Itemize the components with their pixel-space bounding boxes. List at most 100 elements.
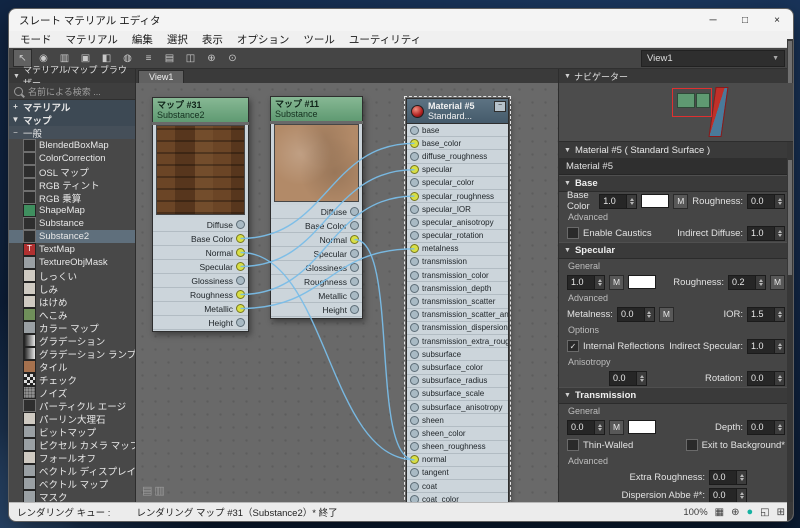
ior-spinner[interactable]: 1.5 <box>747 306 785 322</box>
menu-item[interactable]: マテリアル <box>59 32 125 47</box>
browser-item[interactable]: Substance <box>9 217 135 230</box>
collapse-node-button[interactable]: − <box>494 101 506 112</box>
input-slot[interactable]: transmission_dispersion* <box>407 321 508 335</box>
input-socket[interactable] <box>410 165 419 175</box>
anisotropy-spinner[interactable]: 0.0 <box>609 370 647 386</box>
node-header[interactable]: マップ #31 Substance2 <box>152 97 249 122</box>
browser-item[interactable]: ▼ マップ <box>9 113 135 127</box>
output-slot[interactable]: Diffuse <box>153 218 248 232</box>
output-slot[interactable]: Glossiness <box>153 274 248 288</box>
node-header[interactable]: マップ #11 Substance <box>270 96 363 121</box>
browser-item[interactable]: カラー マップ <box>9 321 135 335</box>
input-slot[interactable]: subsurface_radius <box>407 374 508 388</box>
parameters-scrollbar[interactable] <box>787 142 793 502</box>
node-map-31[interactable]: マップ #31 Substance2 Diffuse Base Color No… <box>152 97 249 332</box>
material-name-field[interactable]: Material #5 <box>559 158 793 175</box>
menu-item[interactable]: 表示 <box>195 32 230 47</box>
depth-spinner[interactable]: 0.0 <box>747 419 785 435</box>
output-socket[interactable] <box>236 318 245 327</box>
input-socket[interactable] <box>410 336 419 346</box>
expand-toggle[interactable]: ▼ <box>11 115 20 124</box>
minimize-button[interactable]: ─ <box>697 9 729 31</box>
input-slot[interactable]: sheen_roughness <box>407 440 508 454</box>
output-socket[interactable] <box>236 262 245 271</box>
base-weight-spinner[interactable]: 1.0 <box>599 193 638 209</box>
input-slot[interactable]: transmission_scatter <box>407 295 508 309</box>
input-socket[interactable] <box>410 138 419 148</box>
specular-color-swatch[interactable] <box>628 275 656 289</box>
metalness-map-button[interactable]: M <box>658 306 674 322</box>
metalness-spinner[interactable]: 0.0 <box>616 306 655 322</box>
input-socket[interactable] <box>410 297 419 307</box>
browser-item[interactable]: TextureObjMask <box>9 256 135 269</box>
output-slot[interactable]: Roughness <box>271 275 362 289</box>
layout-all-vertical-button[interactable]: ≡ <box>139 49 158 67</box>
base-color-map-button[interactable]: M <box>673 193 689 209</box>
output-socket[interactable] <box>236 234 245 243</box>
search-input[interactable]: 名前による検索 ... <box>28 85 101 98</box>
browser-item[interactable]: TextMap <box>9 243 135 256</box>
input-slot[interactable]: specular_roughness <box>407 189 508 204</box>
browser-item[interactable]: パーリン大理石 <box>9 412 135 426</box>
expand-toggle[interactable]: + <box>11 102 20 111</box>
menu-item[interactable]: 選択 <box>160 32 195 47</box>
browser-item[interactable]: Substance2 <box>9 230 135 243</box>
input-socket[interactable] <box>410 310 419 320</box>
input-slot[interactable]: transmission <box>407 255 508 270</box>
input-socket[interactable] <box>410 125 419 135</box>
input-slot[interactable]: base <box>407 124 508 138</box>
input-socket[interactable] <box>410 415 419 425</box>
indirect-diffuse-spinner[interactable]: 1.0 <box>747 225 785 241</box>
input-slot[interactable]: transmission_scatter_ani... <box>407 308 508 322</box>
input-slot[interactable]: transmission_depth <box>407 282 508 296</box>
menu-item[interactable]: ユーティリティ <box>342 32 428 47</box>
input-socket[interactable] <box>410 270 419 280</box>
input-slot[interactable]: specular_anisotropy <box>407 216 508 230</box>
search-bar[interactable]: 名前による検索 ... <box>9 83 135 100</box>
pan-tool-button[interactable]: ⊕ <box>202 49 221 67</box>
dispersion-spinner[interactable]: 0.0 <box>709 487 747 502</box>
input-slot[interactable]: metalness <box>407 242 508 256</box>
browser-item[interactable]: しみ <box>9 282 135 296</box>
input-slot[interactable]: normal <box>407 453 508 467</box>
browser-item[interactable]: タイル <box>9 360 135 374</box>
input-socket[interactable] <box>410 468 419 478</box>
input-socket[interactable] <box>410 323 419 333</box>
grid-snap-icon[interactable]: ▦ <box>715 507 724 518</box>
rotation-spinner[interactable]: 0.0 <box>747 370 785 386</box>
browser-item[interactable]: グラデーション <box>9 334 135 348</box>
input-slot[interactable]: specular_color <box>407 176 508 190</box>
input-socket[interactable] <box>410 204 419 214</box>
view-selector-dropdown[interactable]: View1 ▼ <box>641 49 785 67</box>
base-roughness-spinner[interactable]: 0.0 <box>747 193 785 209</box>
output-slot[interactable]: Base Color <box>153 232 248 246</box>
input-slot[interactable]: sheen <box>407 414 508 428</box>
input-socket[interactable] <box>410 244 419 254</box>
input-slot[interactable]: transmission_color <box>407 269 508 283</box>
extra-roughness-spinner[interactable]: 0.0 <box>709 469 747 485</box>
browser-item[interactable]: グラデーション ランプ <box>9 347 135 361</box>
output-socket[interactable] <box>350 305 359 314</box>
input-socket[interactable] <box>410 455 419 465</box>
browser-tree[interactable]: + マテリアル ▼ マップ − 一般 BlendedBoxMap ColorCo… <box>9 100 135 502</box>
input-slot[interactable]: specular_IOR <box>407 203 508 217</box>
output-slot[interactable]: Height <box>271 303 362 317</box>
transmission-weight-map-button[interactable]: M <box>609 419 624 435</box>
output-socket[interactable] <box>236 220 245 229</box>
output-slot[interactable]: Glossiness <box>271 261 362 275</box>
node-canvas[interactable]: マップ #31 Substance2 Diffuse Base Color No… <box>136 83 558 502</box>
browser-item[interactable]: はけめ <box>9 295 135 309</box>
output-slot[interactable]: Base Color <box>271 219 362 233</box>
input-socket[interactable] <box>410 376 419 386</box>
output-socket[interactable] <box>236 290 245 299</box>
thin-walled-checkbox[interactable] <box>567 439 579 451</box>
base-color-swatch[interactable] <box>641 194 670 208</box>
output-slot[interactable]: Height <box>153 316 248 330</box>
input-socket[interactable] <box>410 283 419 293</box>
input-socket[interactable] <box>410 481 419 491</box>
output-socket[interactable] <box>350 277 359 286</box>
input-socket[interactable] <box>410 178 419 188</box>
output-socket[interactable] <box>350 235 359 244</box>
output-socket[interactable] <box>236 276 245 285</box>
input-slot[interactable]: specular_rotation <box>407 229 508 243</box>
